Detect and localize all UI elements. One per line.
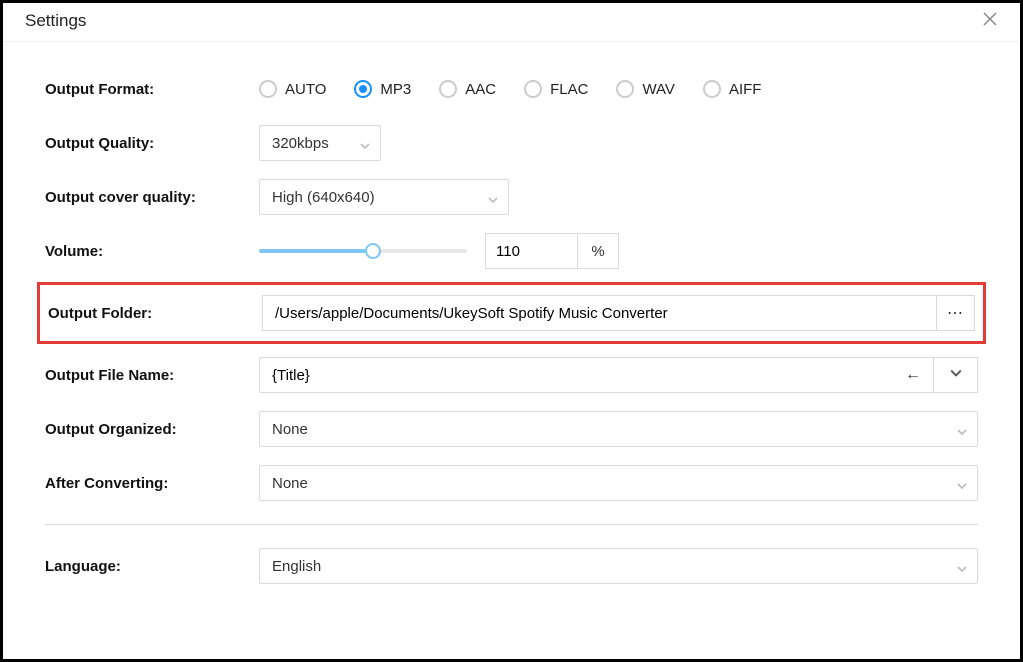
chevron-down-icon (360, 138, 370, 148)
format-radio-label: MP3 (380, 81, 411, 98)
radio-icon (439, 80, 457, 98)
row-after-converting: After Converting: None (45, 456, 978, 510)
format-radio-mp3[interactable]: MP3 (354, 80, 411, 98)
radio-icon (354, 80, 372, 98)
format-radio-aac[interactable]: AAC (439, 80, 496, 98)
output-quality-value: 320kbps (272, 135, 329, 152)
language-value: English (272, 558, 321, 575)
output-cover-quality-select[interactable]: High (640x640) (259, 179, 509, 215)
settings-header: Settings (3, 3, 1020, 42)
format-radio-flac[interactable]: FLAC (524, 80, 588, 98)
label-output-folder: Output Folder: (48, 305, 262, 322)
output-file-name-value: {Title} (272, 367, 310, 384)
output-folder-input[interactable] (262, 295, 937, 331)
label-output-quality: Output Quality: (45, 135, 259, 152)
output-quality-select[interactable]: 320kbps (259, 125, 381, 161)
arrow-left-icon: ← (905, 366, 921, 384)
after-converting-value: None (272, 475, 308, 492)
label-output-cover-quality: Output cover quality: (45, 189, 259, 206)
format-radio-wav[interactable]: WAV (616, 80, 675, 98)
settings-title: Settings (25, 11, 86, 31)
volume-unit: % (577, 233, 619, 269)
row-output-quality: Output Quality: 320kbps (45, 116, 978, 170)
output-file-name-input[interactable]: {Title} ← (259, 357, 934, 393)
output-cover-quality-value: High (640x640) (272, 189, 375, 206)
language-select[interactable]: English (259, 548, 978, 584)
label-language: Language: (45, 558, 259, 575)
format-radio-label: AUTO (285, 81, 326, 98)
row-output-cover-quality: Output cover quality: High (640x640) (45, 170, 978, 224)
label-volume: Volume: (45, 243, 259, 260)
label-after-converting: After Converting: (45, 475, 259, 492)
row-language: Language: English (45, 539, 978, 593)
chevron-down-icon (957, 561, 967, 571)
row-volume: Volume: % (45, 224, 978, 278)
settings-content: Output Format: AUTO MP3 AAC FLAC WAV AIFF Out… (3, 42, 1020, 593)
section-divider (45, 524, 978, 525)
row-output-folder: Output Folder: ⋯ (37, 282, 986, 344)
format-radio-label: AIFF (729, 81, 762, 98)
close-icon[interactable] (982, 11, 998, 31)
after-converting-select[interactable]: None (259, 465, 978, 501)
output-format-radio-group: AUTO MP3 AAC FLAC WAV AIFF (259, 80, 761, 98)
label-output-organized: Output Organized: (45, 421, 259, 438)
format-radio-label: FLAC (550, 81, 588, 98)
row-output-organized: Output Organized: None (45, 402, 978, 456)
browse-folder-button[interactable]: ⋯ (937, 295, 975, 331)
chevron-down-icon (957, 478, 967, 488)
format-radio-auto[interactable]: AUTO (259, 80, 326, 98)
slider-fill (259, 249, 373, 253)
format-radio-label: AAC (465, 81, 496, 98)
format-radio-aiff[interactable]: AIFF (703, 80, 762, 98)
row-output-format: Output Format: AUTO MP3 AAC FLAC WAV AIFF (45, 62, 978, 116)
output-file-name-dropdown-button[interactable] (934, 357, 978, 393)
chevron-down-icon (488, 192, 498, 202)
slider-thumb[interactable] (365, 243, 381, 259)
row-output-file-name: Output File Name: {Title} ← (45, 348, 978, 402)
radio-icon (616, 80, 634, 98)
radio-icon (259, 80, 277, 98)
chevron-down-icon (950, 366, 962, 384)
radio-icon (524, 80, 542, 98)
format-radio-label: WAV (642, 81, 675, 98)
chevron-down-icon (957, 424, 967, 434)
output-organized-select[interactable]: None (259, 411, 978, 447)
label-output-format: Output Format: (45, 81, 259, 98)
radio-icon (703, 80, 721, 98)
volume-slider[interactable] (259, 242, 467, 260)
more-icon: ⋯ (947, 303, 964, 323)
volume-input[interactable] (485, 233, 577, 269)
label-output-file-name: Output File Name: (45, 367, 259, 384)
output-organized-value: None (272, 421, 308, 438)
